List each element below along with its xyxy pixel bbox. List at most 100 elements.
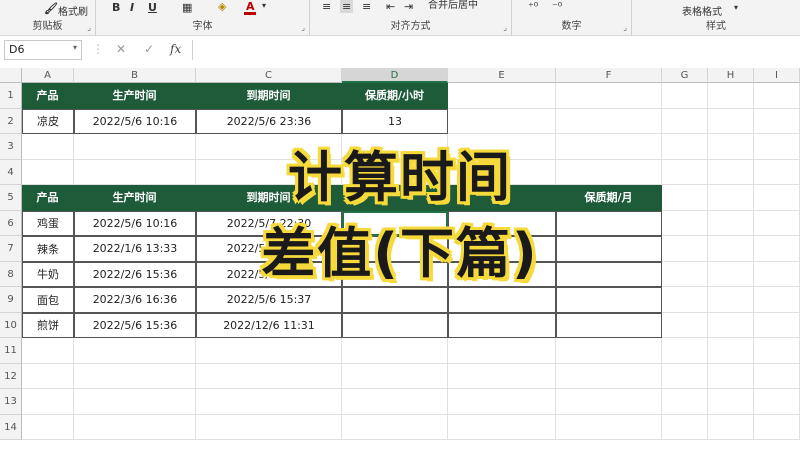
cell[interactable] bbox=[448, 134, 556, 160]
table-header-cell[interactable]: 生产时间 bbox=[74, 83, 196, 109]
table-cell[interactable]: 2022/2/6 15:36 bbox=[74, 261, 196, 287]
column-header-g[interactable]: G bbox=[662, 68, 708, 83]
cell[interactable] bbox=[556, 108, 662, 134]
cell[interactable] bbox=[708, 108, 754, 134]
cell[interactable] bbox=[662, 236, 708, 262]
merge-center-button[interactable]: 合并后居中 bbox=[428, 0, 478, 11]
table-header-cell[interactable]: 产品 bbox=[22, 83, 74, 109]
cell[interactable] bbox=[448, 108, 556, 134]
cell[interactable] bbox=[74, 389, 196, 415]
row-header-2[interactable]: 2 bbox=[0, 108, 22, 134]
table-cell[interactable]: 2022/5/6 10:16 bbox=[74, 108, 196, 134]
cell[interactable] bbox=[22, 159, 74, 185]
cell[interactable] bbox=[708, 83, 754, 109]
cell[interactable] bbox=[708, 363, 754, 389]
cell[interactable] bbox=[754, 236, 800, 262]
table-cell[interactable]: 2022/5/6 15:36 bbox=[74, 312, 196, 338]
cell[interactable] bbox=[448, 338, 556, 364]
cell[interactable] bbox=[662, 414, 708, 440]
table-cell[interactable] bbox=[448, 210, 556, 236]
table-cell[interactable] bbox=[556, 261, 662, 287]
cell[interactable] bbox=[342, 363, 448, 389]
table-format-button[interactable]: 表格格式 bbox=[682, 3, 722, 18]
italic-button[interactable]: I bbox=[130, 1, 134, 14]
column-header-a[interactable]: A bbox=[22, 68, 74, 83]
column-header-f[interactable]: F bbox=[556, 68, 662, 83]
name-box-dropdown-icon[interactable]: ▾ bbox=[73, 43, 77, 52]
underline-button[interactable]: U bbox=[148, 1, 157, 14]
table-cell[interactable]: 牛奶 bbox=[22, 261, 74, 287]
clipboard-launcher-icon[interactable]: ⌟ bbox=[87, 23, 91, 32]
cell[interactable] bbox=[754, 261, 800, 287]
table-cell[interactable] bbox=[556, 312, 662, 338]
cell[interactable] bbox=[662, 159, 708, 185]
cell[interactable] bbox=[196, 414, 342, 440]
cell[interactable] bbox=[556, 414, 662, 440]
cell[interactable] bbox=[342, 389, 448, 415]
cell[interactable] bbox=[662, 108, 708, 134]
cell[interactable] bbox=[22, 389, 74, 415]
cell[interactable] bbox=[448, 389, 556, 415]
cell[interactable] bbox=[754, 363, 800, 389]
cell[interactable] bbox=[556, 83, 662, 109]
cell[interactable] bbox=[708, 312, 754, 338]
cell[interactable] bbox=[556, 134, 662, 160]
name-box[interactable]: D6 ▾ bbox=[4, 40, 82, 60]
row-header-8[interactable]: 8 bbox=[0, 261, 22, 287]
column-header-b[interactable]: B bbox=[74, 68, 196, 83]
table-cell[interactable]: 2022/12/6 11:31 bbox=[196, 312, 342, 338]
cell[interactable] bbox=[448, 83, 556, 109]
cell[interactable] bbox=[754, 389, 800, 415]
cell[interactable] bbox=[754, 287, 800, 313]
cell[interactable] bbox=[74, 159, 196, 185]
table-header-cell[interactable]: 产品 bbox=[22, 185, 74, 211]
table-cell[interactable] bbox=[556, 236, 662, 262]
cell[interactable] bbox=[708, 236, 754, 262]
cell[interactable] bbox=[754, 312, 800, 338]
cell[interactable] bbox=[74, 414, 196, 440]
row-header-5[interactable]: 5 bbox=[0, 185, 22, 211]
cell[interactable] bbox=[754, 83, 800, 109]
cell[interactable] bbox=[708, 389, 754, 415]
insert-function-icon[interactable]: fx bbox=[170, 42, 181, 56]
cell[interactable] bbox=[22, 363, 74, 389]
cell[interactable] bbox=[754, 159, 800, 185]
decrease-indent-icon[interactable]: ⇤ bbox=[386, 0, 395, 13]
cell[interactable] bbox=[342, 338, 448, 364]
font-launcher-icon[interactable]: ⌟ bbox=[301, 23, 305, 32]
cell[interactable] bbox=[196, 338, 342, 364]
table-cell[interactable] bbox=[448, 236, 556, 262]
cell[interactable] bbox=[556, 363, 662, 389]
cell[interactable] bbox=[556, 338, 662, 364]
cell[interactable] bbox=[754, 210, 800, 236]
table-header-cell[interactable] bbox=[342, 185, 448, 211]
table-cell[interactable]: 辣条 bbox=[22, 236, 74, 262]
alignment-launcher-icon[interactable]: ⌟ bbox=[503, 23, 507, 32]
align-left-icon[interactable]: ≡ bbox=[322, 0, 331, 13]
row-header-13[interactable]: 13 bbox=[0, 389, 22, 415]
table-header-cell[interactable]: 保质期/小时 bbox=[342, 83, 448, 109]
cell[interactable] bbox=[754, 185, 800, 211]
cell[interactable] bbox=[708, 210, 754, 236]
row-header-10[interactable]: 10 bbox=[0, 312, 22, 338]
table-cell[interactable] bbox=[556, 210, 662, 236]
row-header-6[interactable]: 6 bbox=[0, 210, 22, 236]
table-cell[interactable] bbox=[342, 312, 448, 338]
fill-color-icon[interactable]: ◈ bbox=[218, 0, 226, 13]
table-cell[interactable] bbox=[342, 287, 448, 313]
cell[interactable] bbox=[448, 363, 556, 389]
table-cell[interactable]: 2022/1/6 13:33 bbox=[74, 236, 196, 262]
cell[interactable] bbox=[74, 363, 196, 389]
row-header-7[interactable]: 7 bbox=[0, 236, 22, 262]
cell[interactable] bbox=[448, 414, 556, 440]
cancel-icon[interactable]: ✕ bbox=[116, 42, 126, 56]
column-header-i[interactable]: I bbox=[754, 68, 800, 83]
cell[interactable] bbox=[22, 414, 74, 440]
row-header-12[interactable]: 12 bbox=[0, 363, 22, 389]
row-header-1[interactable]: 1 bbox=[0, 83, 22, 109]
formula-input[interactable] bbox=[192, 40, 800, 60]
border-icon[interactable]: ▦ bbox=[182, 1, 192, 14]
table-cell[interactable] bbox=[342, 236, 448, 262]
table-header-cell[interactable]: 到期时间 bbox=[196, 185, 342, 211]
table-cell[interactable] bbox=[556, 287, 662, 313]
